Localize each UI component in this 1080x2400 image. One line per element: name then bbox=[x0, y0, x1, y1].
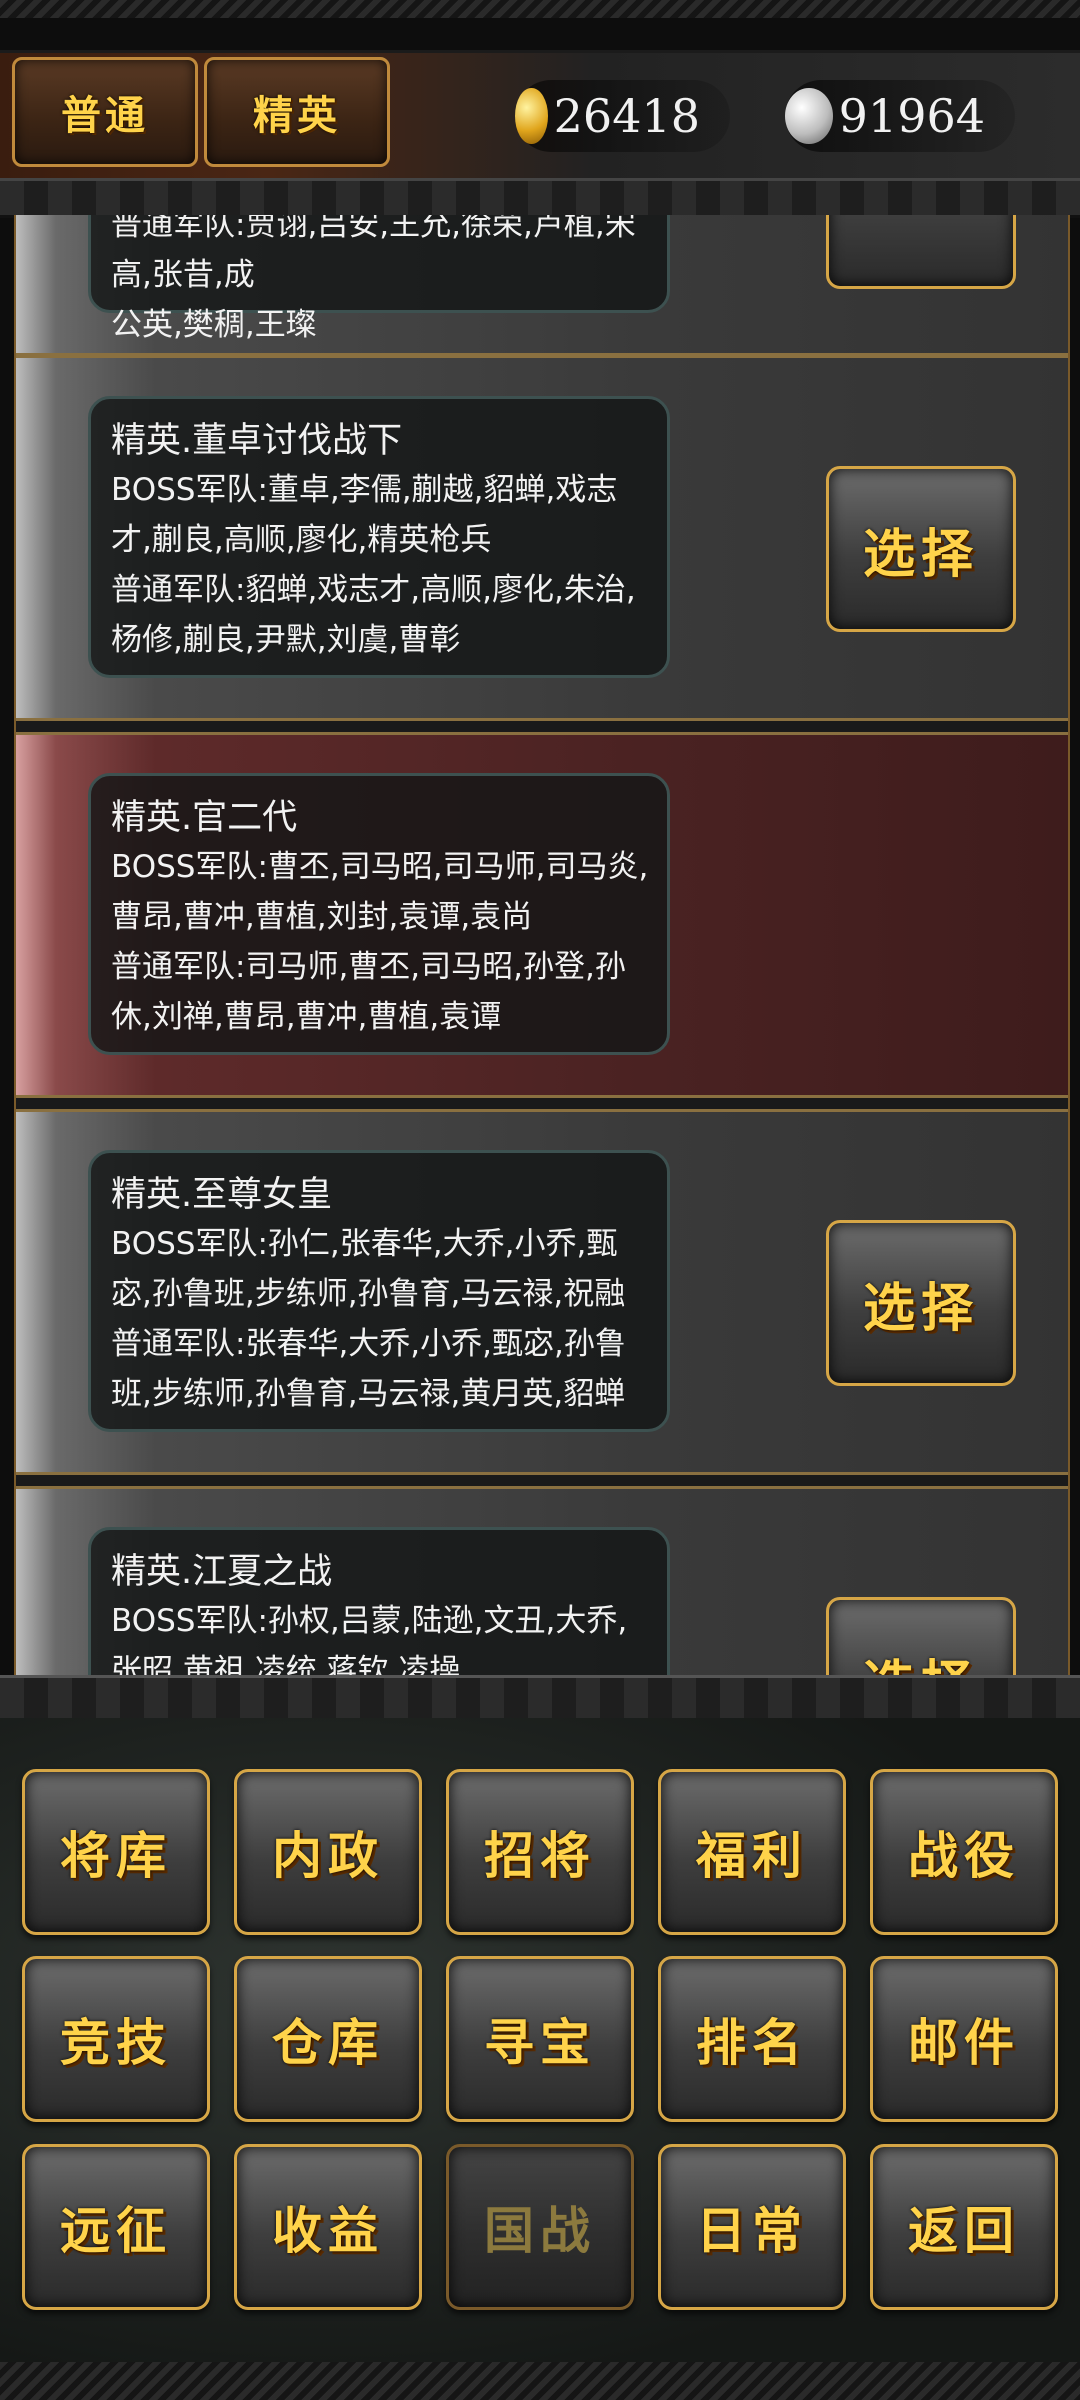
campaign-title: 精英.官二代 bbox=[111, 798, 298, 838]
tab-elite[interactable]: 精英 bbox=[204, 57, 390, 167]
tab-normal[interactable]: 普通 bbox=[12, 57, 198, 167]
campaign-list[interactable]: 普通军队:贾诩,吕安,王允,徐荣,卢植,宋高,张昔,成 公英,樊稠,王璨 精英.… bbox=[14, 215, 1070, 1675]
campaign-card[interactable]: 精英.江夏之战 BOSS军队:孙权,吕蒙,陆逊,文丑,大乔,张昭,黄祖,凌统,蒋… bbox=[16, 1486, 1068, 1675]
normal-army-text-cont: 公英,樊稠,王璨 bbox=[111, 307, 317, 343]
campaign-info: 普通军队:贾诩,吕安,王允,徐荣,卢植,宋高,张昔,成 公英,樊稠,王璨 bbox=[88, 215, 670, 343]
gold-ingot-icon bbox=[515, 88, 548, 144]
campaign-info: 精英.江夏之战 BOSS军队:孙权,吕蒙,陆逊,文丑,大乔,张昭,黄祖,凌统,蒋… bbox=[88, 1527, 670, 1675]
main-menu: 将库 内政 招将 福利 战役 竞技 仓库 寻宝 排名 邮件 远征 收益 国战 日… bbox=[0, 1718, 1080, 2400]
boss-army-text: BOSS军队:董卓,李儒,蒯越,貂蝉,戏志才,蒯良,高顺,廖化,精英枪兵 bbox=[111, 472, 618, 558]
menu-expedition[interactable]: 远征 bbox=[22, 2144, 210, 2310]
normal-army-text: 普通军队:张春华,大乔,小乔,甄宓,孙鲁班,步练师,孙鲁育,马云禄,黄月英,貂蝉 bbox=[111, 1326, 626, 1412]
menu-mail[interactable]: 邮件 bbox=[870, 1956, 1058, 2122]
gold-amount: 26418 bbox=[553, 89, 700, 143]
header-border bbox=[0, 178, 1080, 218]
menu-ranking[interactable]: 排名 bbox=[658, 1956, 846, 2122]
campaign-card[interactable]: 精英.至尊女皇 BOSS军队:孙仁,张春华,大乔,小乔,甄宓,孙鲁班,步练师,孙… bbox=[16, 1109, 1068, 1475]
menu-arena[interactable]: 竞技 bbox=[22, 1956, 210, 2122]
normal-army-text: 普通军队:司马师,曹丕,司马昭,孙登,孙休,刘禅,曹昂,曹冲,曹植,袁谭 bbox=[111, 949, 626, 1035]
boss-army-text: BOSS军队:孙仁,张春华,大乔,小乔,甄宓,孙鲁班,步练师,孙鲁育,马云禄,祝… bbox=[111, 1226, 626, 1312]
menu-border bbox=[0, 1675, 1080, 1721]
campaign-card-partial[interactable]: 普通军队:贾诩,吕安,王允,徐荣,卢植,宋高,张昔,成 公英,樊稠,王璨 bbox=[16, 215, 1068, 356]
silver-amount: 91964 bbox=[838, 89, 985, 143]
menu-warehouse[interactable]: 仓库 bbox=[234, 1956, 422, 2122]
menu-income[interactable]: 收益 bbox=[234, 2144, 422, 2310]
menu-treasure-hunt[interactable]: 寻宝 bbox=[446, 1956, 634, 2122]
menu-welfare[interactable]: 福利 bbox=[658, 1769, 846, 1935]
campaign-info: 精英.董卓讨伐战下 BOSS军队:董卓,李儒,蒯越,貂蝉,戏志才,蒯良,高顺,廖… bbox=[88, 396, 670, 678]
campaign-card-selected[interactable]: 精英.官二代 BOSS军队:曹丕,司马昭,司马师,司马炎,曹昂,曹冲,曹植,刘封… bbox=[16, 732, 1068, 1098]
normal-army-text: 普通军队:贾诩,吕安,王允,徐荣,卢植,宋高,张昔,成 bbox=[111, 215, 636, 293]
top-decoration bbox=[0, 0, 1080, 18]
boss-army-text: BOSS军队:曹丕,司马昭,司马师,司马炎,曹昂,曹冲,曹植,刘封,袁谭,袁尚 bbox=[111, 849, 649, 935]
select-button[interactable] bbox=[826, 215, 1016, 289]
menu-campaign[interactable]: 战役 bbox=[870, 1769, 1058, 1935]
campaign-title: 精英.江夏之战 bbox=[111, 1552, 333, 1592]
select-button[interactable]: 选择 bbox=[826, 466, 1016, 632]
silver-ingot-icon bbox=[785, 88, 833, 144]
gold-counter: 26418 bbox=[515, 80, 730, 152]
normal-army-text: 普通军队:貂蝉,戏志才,高顺,廖化,朱治,杨修,蒯良,尹默,刘虞,曹彰 bbox=[111, 572, 636, 658]
select-button[interactable]: 选择 bbox=[826, 1597, 1016, 1675]
menu-nation-war[interactable]: 国战 bbox=[446, 2144, 634, 2310]
campaign-title: 精英.至尊女皇 bbox=[111, 1175, 333, 1215]
campaign-info: 精英.官二代 BOSS军队:曹丕,司马昭,司马师,司马炎,曹昂,曹冲,曹植,刘封… bbox=[88, 773, 670, 1055]
campaign-info: 精英.至尊女皇 BOSS军队:孙仁,张春华,大乔,小乔,甄宓,孙鲁班,步练师,孙… bbox=[88, 1150, 670, 1432]
menu-domestic[interactable]: 内政 bbox=[234, 1769, 422, 1935]
campaign-card[interactable]: 精英.董卓讨伐战下 BOSS军队:董卓,李儒,蒯越,貂蝉,戏志才,蒯良,高顺,廖… bbox=[16, 355, 1068, 721]
bottom-decoration bbox=[0, 2362, 1080, 2400]
silver-counter: 91964 bbox=[785, 80, 1015, 152]
menu-back[interactable]: 返回 bbox=[870, 2144, 1058, 2310]
menu-daily[interactable]: 日常 bbox=[658, 2144, 846, 2310]
menu-generals[interactable]: 将库 bbox=[22, 1769, 210, 1935]
campaign-title: 精英.董卓讨伐战下 bbox=[111, 421, 403, 461]
select-button[interactable]: 选择 bbox=[826, 1220, 1016, 1386]
menu-recruit[interactable]: 招将 bbox=[446, 1769, 634, 1935]
boss-army-text: BOSS军队:孙权,吕蒙,陆逊,文丑,大乔,张昭,黄祖,凌统,蒋钦,凌操 bbox=[111, 1603, 628, 1675]
